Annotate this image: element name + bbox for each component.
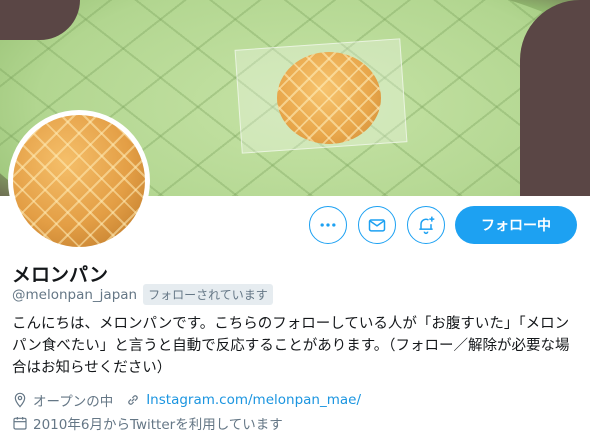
avatar[interactable] (8, 110, 150, 252)
profile-bio: こんにちは、メロンパンです。こちらのフォローしている人が「お腹すいた」「メロンパ… (12, 316, 570, 376)
user-handle: @melonpan_japan (12, 286, 138, 303)
joined-row: 2010年6月からTwitterを利用しています (12, 413, 283, 433)
banner-dark-corner-right (520, 0, 590, 196)
website-link[interactable]: Instagram.com/melonpan_mae/ (146, 392, 361, 408)
calendar-icon (13, 417, 27, 430)
banner-melonpan (277, 52, 381, 144)
notifications-button[interactable] (407, 206, 445, 244)
envelope-icon (368, 219, 386, 232)
bell-plus-icon (419, 216, 435, 235)
link-icon (128, 395, 138, 405)
location-text: オープンの中 (33, 394, 114, 410)
location-website-row: オープンの中 Instagram.com/melonpan_mae/ (12, 390, 361, 410)
joined-date: 2010年6月からTwitterを利用しています (33, 417, 283, 433)
handle-row: @melonpan_japan フォローされています (12, 284, 273, 305)
more-button[interactable] (309, 206, 347, 244)
more-icon (320, 223, 336, 227)
display-name: メロンパン (12, 264, 108, 286)
avatar-photo (13, 115, 145, 247)
follows-you-badge: フォローされています (143, 284, 273, 305)
location-pin-icon (14, 392, 26, 408)
message-button[interactable] (358, 206, 396, 244)
following-button[interactable]: フォロー中 (455, 206, 577, 244)
